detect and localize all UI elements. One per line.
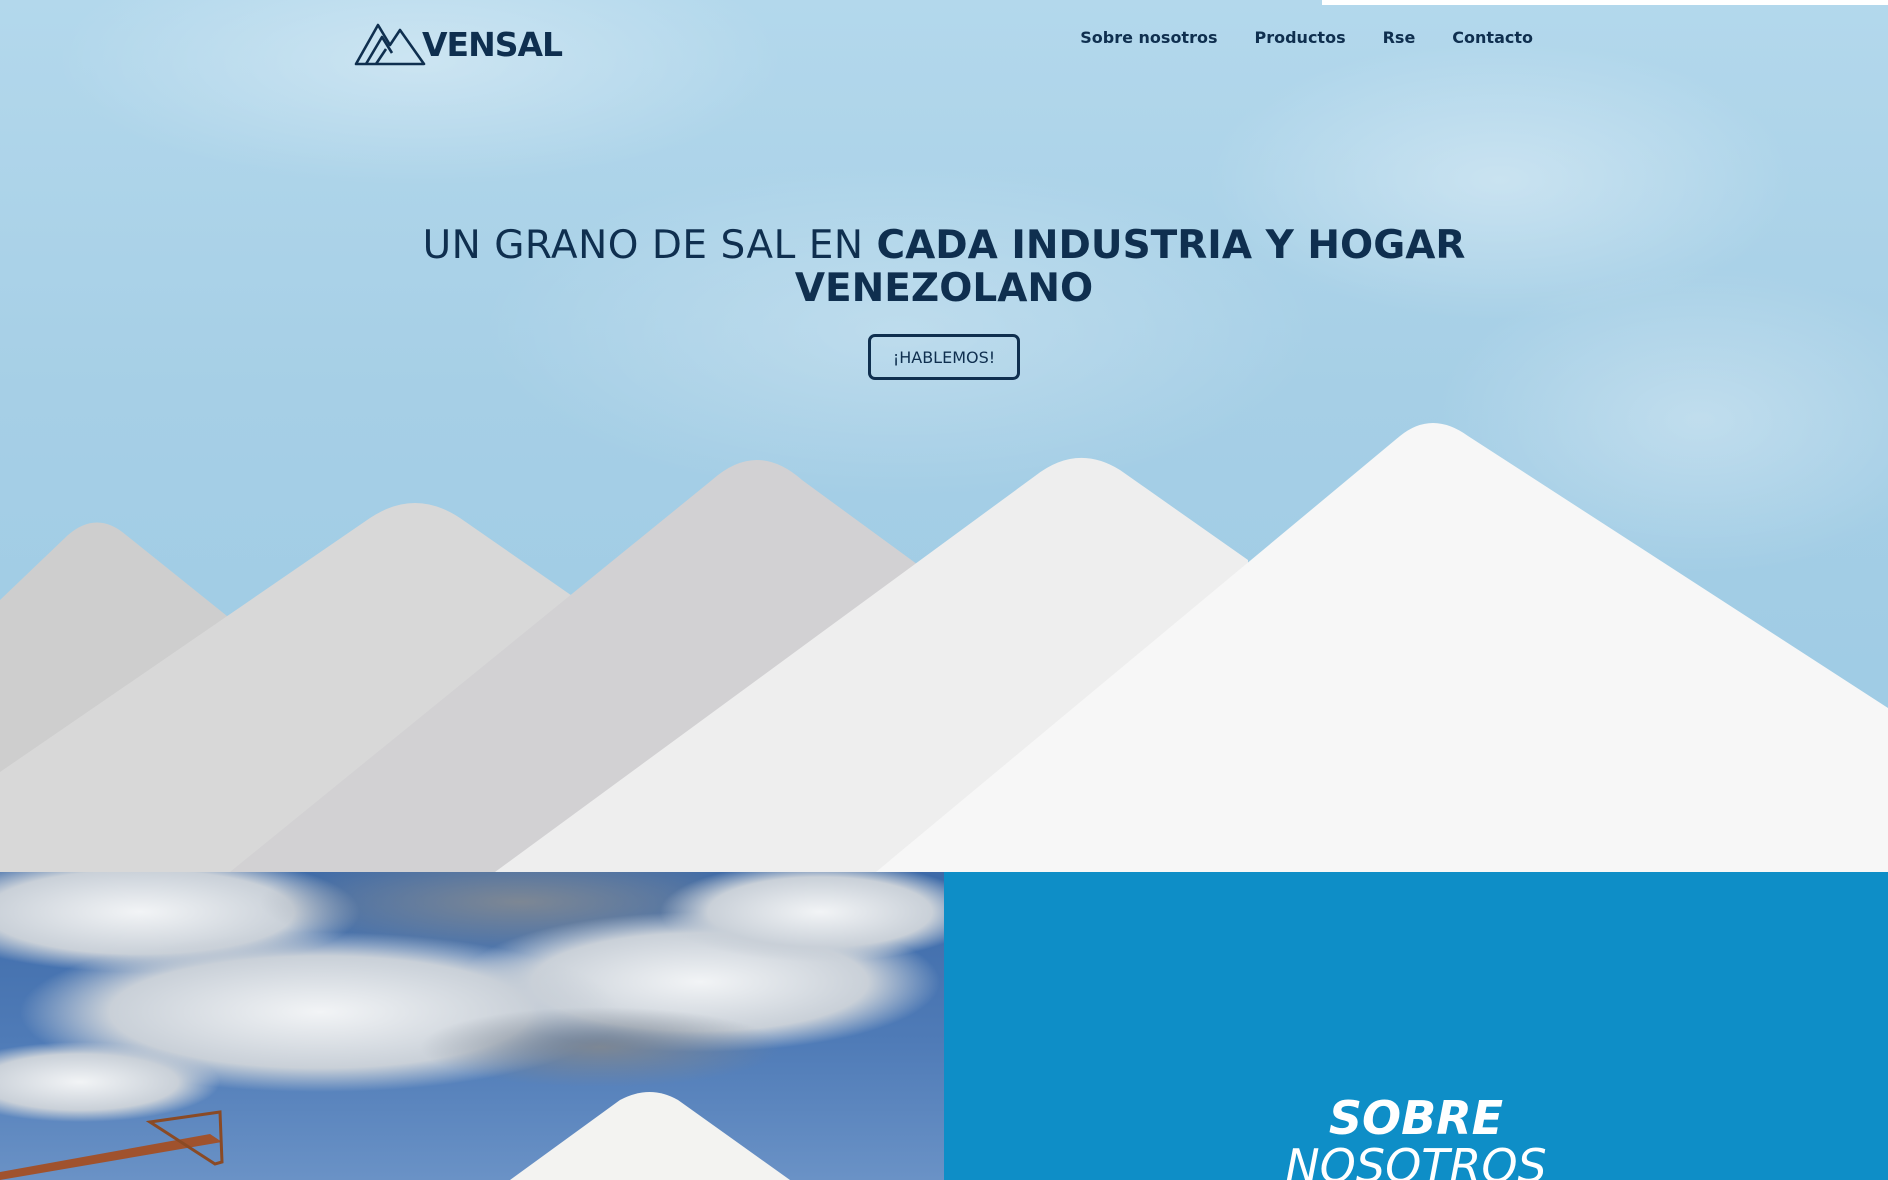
hablemos-button[interactable]: ¡HABLEMOS! [868,334,1020,380]
nav-item-sobre-nosotros[interactable]: Sobre nosotros [1080,28,1217,47]
nav-item-rse[interactable]: Rse [1383,28,1416,47]
brand-name: VENSAL [422,24,563,64]
salt-pile-photo [0,872,944,1180]
about-title-line2: NOSOTROS [1285,1139,1547,1180]
hero-headline-light: UN GRANO DE SAL EN [422,223,877,268]
salt-pile-photo-illustration [0,872,944,1180]
hero-headline-bold: CADA INDUSTRIA Y HOGAR VENEZOLANO [794,223,1466,311]
nav-item-contacto[interactable]: Contacto [1452,28,1533,47]
about-title: SOBRE NOSOTROS [944,1094,1888,1180]
about-section: SOBRE NOSOTROS [944,872,1888,1180]
hero-headline: UN GRANO DE SAL EN CADA INDUSTRIA Y HOGA… [344,224,1544,310]
nav-item-productos[interactable]: Productos [1254,28,1345,47]
salt-mountains-illustration [0,423,1888,872]
mountain-logo-icon [354,23,426,66]
hero-section: VENSAL Sobre nosotros Productos Rse Cont… [0,0,1888,872]
brand-logo[interactable]: VENSAL [354,20,563,68]
main-nav: Sobre nosotros Productos Rse Contacto [1080,28,1533,47]
about-title-line1: SOBRE [1328,1091,1504,1145]
top-white-strip [1322,0,1888,5]
